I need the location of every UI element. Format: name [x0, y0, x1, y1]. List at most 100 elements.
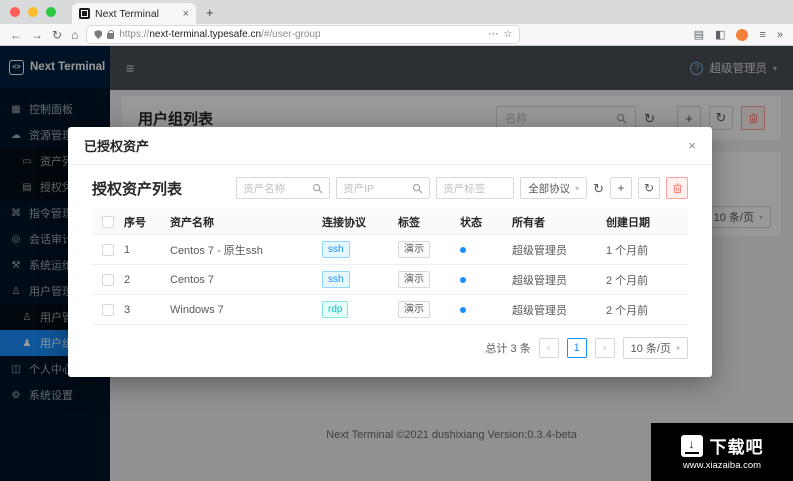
- overflow-icon[interactable]: »: [777, 29, 783, 41]
- tab-close-icon[interactable]: ×: [183, 8, 189, 20]
- column-header: 资产名称: [170, 216, 214, 229]
- created-date: 1 个月前: [606, 244, 649, 257]
- asset-ip-input[interactable]: 资产IP: [336, 177, 431, 199]
- tab-title: Next Terminal: [95, 7, 159, 20]
- browser-tab-strip: Next Terminal × +: [0, 0, 793, 24]
- page-1-button[interactable]: 1: [566, 338, 587, 358]
- prev-page-button[interactable]: ‹: [538, 338, 559, 358]
- column-header: 所有者: [512, 216, 545, 229]
- xiazaiba-watermark: ↓ 下载吧 www.xiazaiba.com: [651, 423, 793, 481]
- asset-tag-input[interactable]: 资产标签: [436, 177, 515, 199]
- protocol-select[interactable]: 全部协议 ▾: [520, 177, 588, 199]
- chevron-down-icon: ▾: [575, 183, 580, 193]
- sync-icon[interactable]: ↻: [593, 182, 604, 195]
- back-icon[interactable]: ←: [10, 29, 22, 41]
- lock-icon[interactable]: [107, 30, 115, 39]
- toolbar-right-icons: ▤ ◧ ≡ »: [694, 28, 783, 41]
- asset-name-placeholder: 资产名称: [243, 182, 286, 195]
- row-checkbox[interactable]: [102, 273, 114, 286]
- row-checkbox[interactable]: [102, 303, 114, 316]
- column-header: 状态: [460, 216, 482, 229]
- protocol-tag: rdp: [322, 301, 349, 318]
- table-row: 2 Centos 7 ssh 演示 超级管理员 2 个月前: [92, 265, 688, 295]
- row-number: 1: [124, 243, 131, 256]
- modal-header: 已授权资产 ×: [68, 127, 712, 165]
- search-icon[interactable]: [412, 183, 423, 194]
- table-row: 1 Centos 7 - 原生ssh ssh 演示 超级管理员 1 个月前: [92, 235, 688, 265]
- tab-favicon-icon: [79, 8, 90, 19]
- forward-icon[interactable]: →: [31, 29, 43, 41]
- modal-toolbar: 授权资产列表 资产名称 资产IP 资产标签 全部协议 ▾ ↻ + ↻: [92, 177, 688, 199]
- label-tag: 演示: [398, 241, 430, 258]
- modal-table-body: 1 Centos 7 - 原生ssh ssh 演示 超级管理员 1 个月前 2 Centos …: [92, 235, 688, 325]
- close-icon[interactable]: ×: [688, 138, 696, 153]
- library-icon[interactable]: ▤: [694, 28, 704, 41]
- authorized-assets-modal: 已授权资产 × 授权资产列表 资产名称 资产IP 资产标签 全部协议 ▾ ↻ +…: [68, 127, 712, 377]
- column-header: 序号: [124, 216, 146, 229]
- asset-filters: 资产名称 资产IP 资产标签 全部协议 ▾ ↻ + ↻: [236, 177, 688, 199]
- window-minimize-button[interactable]: [28, 7, 38, 17]
- pagination: 总计 3 条 ‹ 1 › 10 条/页 ▾: [92, 337, 688, 359]
- window-zoom-button[interactable]: [46, 7, 56, 17]
- asset-tag-placeholder: 资产标签: [443, 182, 486, 195]
- status-dot: [460, 306, 466, 313]
- bookmark-star-icon[interactable]: ☆: [503, 29, 512, 40]
- page-actions-icon[interactable]: ⋯: [488, 29, 498, 40]
- asset-name-input[interactable]: 资产名称: [236, 177, 331, 199]
- new-tab-button[interactable]: +: [206, 5, 214, 20]
- pagination-total: 总计 3 条: [485, 343, 531, 355]
- url-path: /#/user-group: [261, 29, 321, 40]
- page-size-select[interactable]: 10 条/页 ▾: [622, 337, 688, 359]
- url-scheme: https://: [119, 29, 150, 40]
- owner: 超级管理员: [512, 274, 567, 287]
- remove-asset-button[interactable]: [666, 177, 688, 199]
- modal-body: 授权资产列表 资产名称 资产IP 资产标签 全部协议 ▾ ↻ + ↻ 序号 资产…: [68, 165, 712, 377]
- table-row: 3 Windows 7 rdp 演示 超级管理员 2 个月前: [92, 295, 688, 325]
- tracking-shield-icon[interactable]: [94, 30, 103, 39]
- refresh-button[interactable]: ↻: [638, 177, 660, 199]
- trash-icon: [672, 183, 682, 193]
- row-number: 2: [124, 273, 131, 286]
- created-date: 2 个月前: [606, 274, 649, 287]
- page-size-value: 10 条/页: [630, 343, 671, 355]
- select-all-checkbox[interactable]: [102, 215, 114, 228]
- add-asset-button[interactable]: +: [610, 177, 632, 199]
- owner: 超级管理员: [512, 304, 567, 317]
- watermark-title: 下载吧: [709, 438, 764, 457]
- browser-toolbar: ← → ↻ ⌂ https://next-terminal.typesafe.c…: [0, 24, 793, 46]
- column-header: 标签: [398, 216, 420, 229]
- home-icon[interactable]: ⌂: [71, 29, 78, 41]
- search-icon[interactable]: [312, 183, 323, 194]
- section-title: 授权资产列表: [92, 180, 183, 198]
- status-dot: [460, 276, 466, 283]
- protocol-tag: ssh: [322, 241, 350, 258]
- asset-name: Centos 7: [170, 273, 215, 286]
- column-header: 连接协议: [322, 216, 366, 229]
- protocol-tag: ssh: [322, 271, 350, 288]
- created-date: 2 个月前: [606, 304, 649, 317]
- browser-tab[interactable]: Next Terminal ×: [72, 3, 196, 24]
- url-bar[interactable]: https://next-terminal.typesafe.cn/#/user…: [87, 26, 520, 43]
- chevron-down-icon: ▾: [675, 343, 680, 353]
- modal-title: 已授权资产: [84, 139, 150, 154]
- asset-name: Windows 7: [170, 303, 224, 316]
- url-host: next-terminal.typesafe.cn: [149, 29, 262, 40]
- asset-ip-placeholder: 资产IP: [343, 182, 374, 195]
- label-tag: 演示: [398, 301, 430, 318]
- window-close-button[interactable]: [10, 7, 20, 17]
- row-number: 3: [124, 303, 131, 316]
- sidebar-toggle-icon[interactable]: ◧: [715, 28, 725, 41]
- menu-icon[interactable]: ≡: [759, 29, 765, 41]
- window-controls: [10, 7, 56, 17]
- column-header: 创建日期: [606, 216, 650, 229]
- next-page-button[interactable]: ›: [594, 338, 615, 358]
- reload-icon[interactable]: ↻: [52, 29, 62, 41]
- status-dot: [460, 246, 466, 253]
- row-checkbox[interactable]: [102, 243, 114, 256]
- url-text: https://next-terminal.typesafe.cn/#/user…: [119, 29, 483, 40]
- download-icon: ↓: [680, 434, 703, 457]
- asset-name: Centos 7 - 原生ssh: [170, 244, 263, 257]
- watermark-url: www.xiazaiba.com: [682, 460, 762, 471]
- account-avatar[interactable]: [736, 28, 749, 41]
- owner: 超级管理员: [512, 244, 567, 257]
